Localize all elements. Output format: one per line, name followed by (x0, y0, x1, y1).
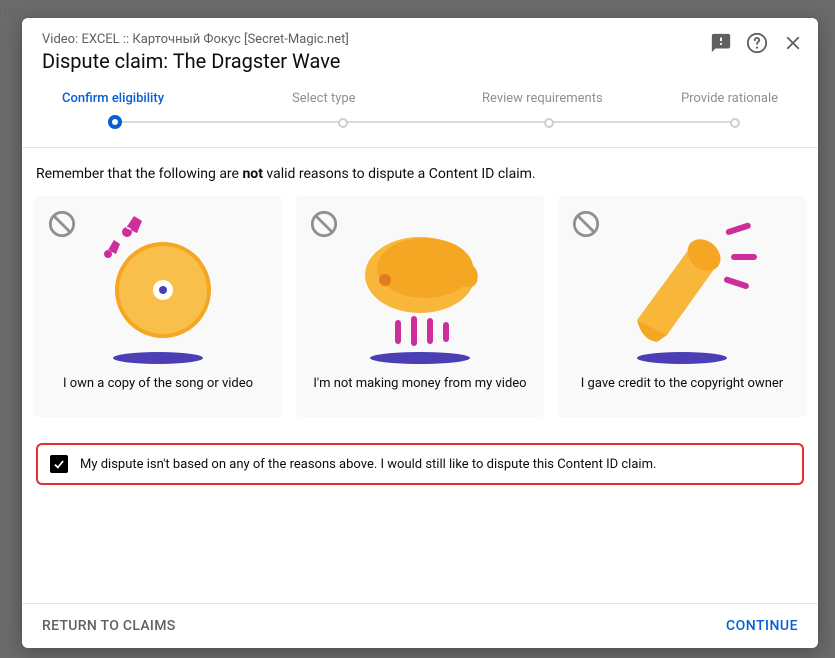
step-select-type: Select type (292, 91, 356, 106)
modal-title: Dispute claim: The Dragster Wave (42, 49, 798, 73)
prohibited-icon (310, 210, 338, 242)
return-to-claims-button[interactable]: RETURN TO CLAIMS (42, 618, 176, 634)
modal-body: Remember that the following are not vali… (22, 148, 818, 603)
modal-header: Video: EXCEL :: Карточный Фокус [Secret-… (22, 18, 818, 137)
step-dot-2 (338, 118, 348, 128)
modal-footer: RETURN TO CLAIMS CONTINUE (22, 603, 818, 648)
acknowledgement-box: My dispute isn't based on any of the rea… (36, 443, 804, 485)
step-review-requirements: Review requirements (482, 91, 603, 106)
card-own-copy: I own a copy of the song or video (34, 196, 282, 417)
cd-illustration (44, 210, 272, 370)
close-icon[interactable] (782, 32, 804, 58)
stepper-track (110, 121, 738, 123)
card-gave-credit: I gave credit to the copyright owner (558, 196, 806, 417)
megaphone-illustration (568, 210, 796, 370)
card-text: I gave credit to the copyright owner (568, 376, 796, 391)
feedback-icon[interactable] (710, 32, 732, 58)
ack-text: My dispute isn't based on any of the rea… (80, 457, 656, 472)
prohibited-icon (572, 210, 600, 242)
video-title: Video: EXCEL :: Карточный Фокус [Secret-… (42, 32, 798, 47)
intro-text: Remember that the following are not vali… (36, 166, 806, 182)
bg-stories-label: Stories (0, 4, 20, 19)
help-icon[interactable] (746, 32, 768, 58)
card-text: I'm not making money from my video (306, 376, 534, 391)
piggy-illustration (306, 210, 534, 370)
step-dot-4 (730, 118, 740, 128)
continue-button[interactable]: CONTINUE (726, 618, 798, 634)
step-dot-1 (108, 115, 122, 129)
step-provide-rationale: Provide rationale (681, 91, 778, 106)
card-text: I own a copy of the song or video (44, 376, 272, 391)
step-confirm-eligibility[interactable]: Confirm eligibility (62, 91, 164, 106)
stepper: Confirm eligibility Select type Review r… (62, 91, 778, 137)
invalid-reason-cards: I own a copy of the song or video (34, 196, 806, 417)
prohibited-icon (48, 210, 76, 242)
step-dot-3 (544, 118, 554, 128)
dispute-modal: Video: EXCEL :: Карточный Фокус [Secret-… (22, 18, 818, 648)
card-no-money: I'm not making money from my video (296, 196, 544, 417)
header-actions (710, 32, 804, 58)
ack-checkbox[interactable] (50, 455, 68, 473)
